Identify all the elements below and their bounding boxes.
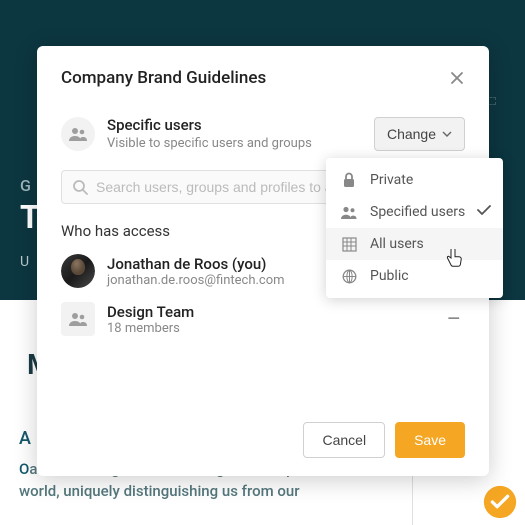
dropdown-label: All users xyxy=(370,236,489,252)
badge-check-icon xyxy=(481,483,519,521)
permission-row: Specific users Visible to specific users… xyxy=(61,116,465,152)
modal-header: Company Brand Guidelines xyxy=(61,68,465,88)
bg-letter-g: G xyxy=(20,176,31,195)
avatar xyxy=(61,254,95,288)
globe-icon xyxy=(340,269,358,284)
change-button[interactable]: Change xyxy=(374,117,465,151)
bg-letter-a: A xyxy=(19,428,31,449)
bg-letter-u: U xyxy=(20,254,29,270)
chevron-down-icon xyxy=(442,131,452,137)
close-icon xyxy=(449,70,465,86)
modal-footer: Cancel Save xyxy=(303,422,465,458)
change-label: Change xyxy=(387,126,436,142)
visibility-dropdown: Private Specified users All users Public xyxy=(326,158,503,298)
save-button[interactable]: Save xyxy=(395,422,465,458)
org-icon xyxy=(340,237,358,252)
group-name: Design Team xyxy=(107,303,431,321)
close-button[interactable] xyxy=(449,70,465,86)
users-icon xyxy=(61,117,95,151)
dropdown-item-public[interactable]: Public xyxy=(326,260,503,292)
group-avatar xyxy=(61,302,95,336)
dropdown-label: Public xyxy=(370,268,489,284)
user-row: Design Team 18 members – xyxy=(61,302,465,336)
dropdown-item-private[interactable]: Private xyxy=(326,164,503,196)
users-icon xyxy=(68,312,88,326)
dropdown-item-specified[interactable]: Specified users xyxy=(326,196,503,228)
permission-subtitle: Visible to specific users and groups xyxy=(107,136,362,153)
modal-title: Company Brand Guidelines xyxy=(61,68,266,88)
remove-button[interactable]: – xyxy=(443,307,465,332)
group-members: 18 members xyxy=(107,321,431,337)
lock-icon xyxy=(340,172,358,188)
check-icon xyxy=(477,204,491,220)
dropdown-item-all-users[interactable]: All users xyxy=(326,228,503,260)
group-text: Design Team 18 members xyxy=(107,303,431,337)
cancel-button[interactable]: Cancel xyxy=(303,422,385,458)
dropdown-label: Private xyxy=(370,172,489,188)
permission-text: Specific users Visible to specific users… xyxy=(107,116,362,152)
permission-title: Specific users xyxy=(107,116,362,136)
users-icon xyxy=(340,206,358,219)
search-icon xyxy=(72,179,88,195)
dropdown-label: Specified users xyxy=(370,204,465,220)
